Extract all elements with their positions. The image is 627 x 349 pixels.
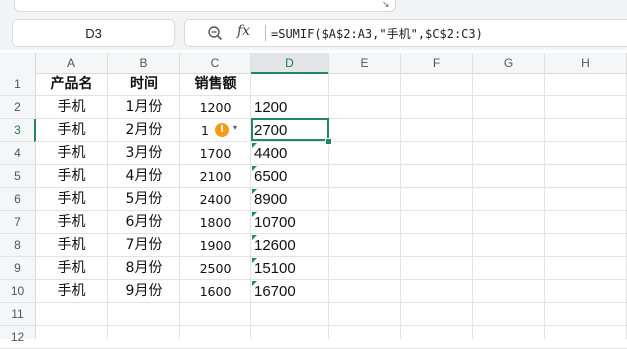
formula-bar: D3 fx =SUMIF($A$2:A3,"手机",$C$2:C3) — [0, 14, 627, 50]
cell-b3[interactable]: 2月份 — [108, 119, 180, 142]
column-header-b[interactable]: B — [108, 53, 180, 73]
column-header-a[interactable]: A — [35, 53, 108, 73]
row-header-2[interactable]: 2 — [0, 96, 35, 119]
cell-b9[interactable]: 8月份 — [108, 257, 180, 280]
error-indicator-icon — [252, 235, 257, 240]
expand-corner-icon[interactable]: ↘ — [382, 0, 390, 10]
cell-a6[interactable]: 手机 — [35, 188, 108, 211]
cell-b2[interactable]: 1月份 — [108, 96, 180, 119]
cell-b7[interactable]: 6月份 — [108, 211, 180, 234]
cell-b5[interactable]: 4月份 — [108, 165, 180, 188]
cell-a9[interactable]: 手机 — [35, 257, 108, 280]
cell-b8[interactable]: 7月份 — [108, 234, 180, 257]
cell-b1[interactable]: 时间 — [108, 73, 180, 96]
cell-c9[interactable]: 2500 — [180, 257, 251, 280]
ribbon-panel — [14, 0, 396, 12]
cell-c10[interactable]: 1600 — [180, 280, 251, 303]
column-header-e[interactable]: E — [329, 53, 401, 73]
cell-d6[interactable]: 8900 — [251, 188, 332, 211]
zoom-icon[interactable] — [207, 25, 223, 41]
cell-a10[interactable]: 手机 — [35, 280, 108, 303]
cell-a3[interactable]: 手机 — [35, 119, 108, 142]
column-header-f[interactable]: F — [401, 53, 473, 73]
cell-d4[interactable]: 4400 — [251, 142, 332, 165]
row-header-8[interactable]: 8 — [0, 234, 35, 257]
cell-c1[interactable]: 销售额 — [180, 73, 251, 96]
row-header-3[interactable]: 3 — [0, 119, 36, 142]
error-indicator-icon — [252, 166, 257, 171]
cell-a5[interactable]: 手机 — [35, 165, 108, 188]
cell-d7[interactable]: 10700 — [251, 211, 332, 234]
formula-separator — [265, 25, 266, 41]
column-header-g[interactable]: G — [473, 53, 545, 73]
cell-c5[interactable]: 2100 — [180, 165, 251, 188]
row-header-7[interactable]: 7 — [0, 211, 35, 234]
row-header-11[interactable]: 11 — [0, 303, 35, 326]
row-header-1[interactable]: 1 — [0, 73, 35, 96]
cell-c6[interactable]: 2400 — [180, 188, 251, 211]
column-header-d[interactable]: D — [251, 53, 329, 74]
function-icon[interactable]: fx — [237, 23, 250, 39]
cell-c7[interactable]: 1800 — [180, 211, 251, 234]
warning-icon[interactable]: ! — [215, 123, 229, 137]
cell-b10[interactable]: 9月份 — [108, 280, 180, 303]
cell-d8[interactable]: 12600 — [251, 234, 332, 257]
cell-c4[interactable]: 1700 — [180, 142, 251, 165]
cell-a4[interactable]: 手机 — [35, 142, 108, 165]
row-header-4[interactable]: 4 — [0, 142, 35, 165]
error-indicator-icon — [252, 281, 257, 286]
error-indicator-icon — [252, 212, 257, 217]
column-header-h[interactable]: H — [545, 53, 627, 73]
gridline-col-f — [472, 73, 473, 339]
error-indicator-icon — [252, 189, 257, 194]
gridline-col-e — [400, 73, 401, 339]
row-header-6[interactable]: 6 — [0, 188, 35, 211]
cell-d2[interactable]: 1200 — [251, 96, 332, 119]
gridline-row-11 — [35, 325, 627, 326]
cell-d5[interactable]: 6500 — [251, 165, 332, 188]
error-indicator-icon — [252, 143, 257, 148]
spreadsheet-grid[interactable]: A B C D E F G H 1 2 3 4 5 6 7 8 9 10 11 12 产品名 时间 销售额 手机 1月份 1200… — [0, 53, 627, 349]
chevron-down-icon[interactable]: ▾ — [233, 123, 237, 132]
ribbon-bottom-edge: ↘ — [0, 0, 627, 14]
row-header-9[interactable]: 9 — [0, 257, 35, 280]
active-cell-border — [251, 118, 329, 141]
cell-d9[interactable]: 15100 — [251, 257, 332, 280]
fill-handle[interactable] — [325, 138, 332, 145]
cell-c2[interactable]: 1200 — [180, 96, 251, 119]
error-indicator-icon — [252, 258, 257, 263]
cell-a7[interactable]: 手机 — [35, 211, 108, 234]
formula-text[interactable]: =SUMIF($A$2:A3,"手机",$C$2:C3) — [271, 25, 483, 42]
cell-a8[interactable]: 手机 — [35, 234, 108, 257]
cell-b6[interactable]: 5月份 — [108, 188, 180, 211]
gridline-col-g — [544, 73, 545, 339]
row-header-12[interactable]: 12 — [0, 326, 35, 349]
cell-d10[interactable]: 16700 — [251, 280, 332, 303]
name-box[interactable]: D3 — [12, 19, 175, 47]
cell-a1[interactable]: 产品名 — [35, 73, 108, 96]
column-header-c[interactable]: C — [180, 53, 251, 73]
row-header-10[interactable]: 10 — [0, 280, 35, 303]
formula-input-container[interactable]: fx =SUMIF($A$2:A3,"手机",$C$2:C3) — [184, 19, 627, 47]
cell-a2[interactable]: 手机 — [35, 96, 108, 119]
cell-b4[interactable]: 3月份 — [108, 142, 180, 165]
row-header-5[interactable]: 5 — [0, 165, 35, 188]
cell-c8[interactable]: 1900 — [180, 234, 251, 257]
